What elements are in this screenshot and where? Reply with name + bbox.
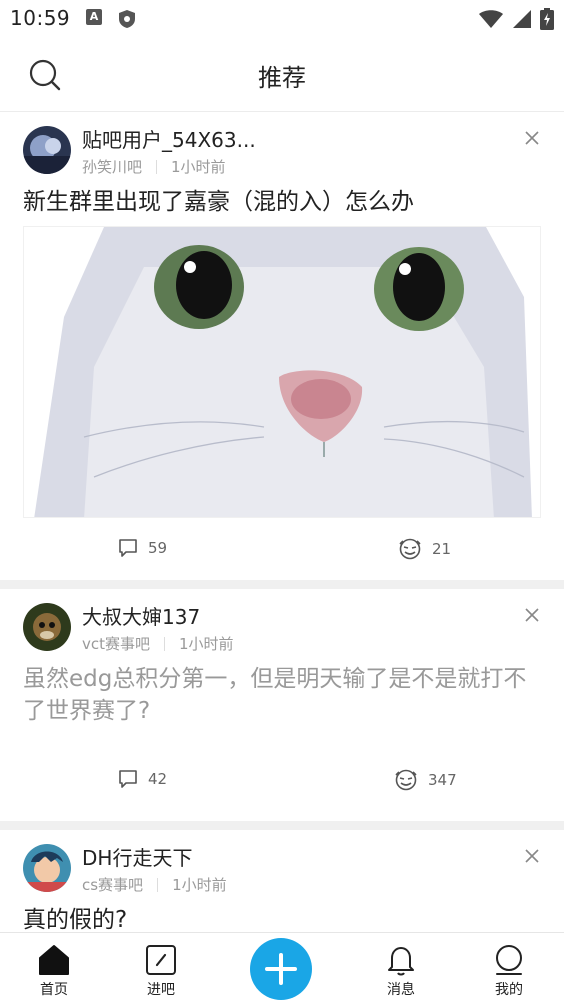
dismiss-button[interactable] bbox=[524, 848, 540, 864]
nav-profile[interactable]: 我的 bbox=[479, 943, 539, 999]
forum-name[interactable]: cs赛事吧 bbox=[82, 874, 143, 895]
profile-icon bbox=[496, 945, 522, 975]
comment-icon bbox=[119, 539, 137, 557]
forum-icon bbox=[146, 945, 176, 975]
close-icon bbox=[525, 608, 539, 622]
post-time: 1小时前 bbox=[171, 158, 226, 176]
nav-messages[interactable]: 消息 bbox=[371, 943, 431, 999]
card-separator bbox=[0, 821, 564, 830]
meta-divider bbox=[156, 159, 158, 174]
top-header: 推荐 bbox=[0, 38, 564, 112]
battery-charging-icon bbox=[540, 8, 554, 34]
post-card[interactable]: DH行走天下 cs赛事吧 1小时前 真的假的? bbox=[0, 830, 564, 932]
wifi-icon bbox=[478, 9, 504, 33]
signal-icon bbox=[512, 9, 532, 33]
like-face-icon bbox=[395, 769, 417, 791]
avatar[interactable] bbox=[23, 603, 71, 651]
post-time: 1小时前 bbox=[179, 635, 234, 653]
bell-icon bbox=[388, 947, 414, 976]
like-face-icon bbox=[399, 538, 421, 560]
post-actions: 42 347 bbox=[0, 727, 564, 821]
close-icon bbox=[525, 131, 539, 145]
post-meta: 孙笑川吧 1小时前 bbox=[82, 156, 226, 177]
author-name[interactable]: 贴吧用户_54X63... bbox=[82, 124, 256, 153]
author-name[interactable]: DH行走天下 bbox=[82, 842, 192, 871]
author-name[interactable]: 大叔大婶137 bbox=[82, 601, 200, 630]
post-meta: vct赛事吧 1小时前 bbox=[82, 633, 234, 654]
like-count: 21 bbox=[432, 540, 452, 558]
like-button[interactable]: 21 bbox=[398, 538, 451, 560]
post-title[interactable]: 真的假的? bbox=[0, 894, 564, 932]
feed-list[interactable]: 贴吧用户_54X63... 孙笑川吧 1小时前 新生群里出现了嘉豪（混的入）怎么… bbox=[0, 112, 564, 932]
meta-divider bbox=[164, 636, 166, 651]
a-notification-icon: A bbox=[86, 9, 102, 25]
status-time: 10:59 bbox=[10, 6, 71, 30]
nav-forums-label: 进吧 bbox=[147, 982, 175, 998]
bottom-navigation: 首页 进吧 消息 我的 bbox=[0, 932, 564, 1004]
page-title: 推荐 bbox=[258, 64, 306, 92]
post-title[interactable]: 虽然edg总积分第一，但是明天输了是不是就打不了世界赛了? bbox=[0, 653, 564, 727]
nav-forums[interactable]: 进吧 bbox=[131, 943, 191, 999]
status-bar: 10:59 A bbox=[0, 0, 564, 38]
nav-home[interactable]: 首页 bbox=[24, 943, 84, 999]
avatar[interactable] bbox=[23, 844, 71, 892]
comment-button[interactable]: 42 bbox=[118, 769, 167, 789]
shield-icon bbox=[118, 9, 136, 33]
like-button[interactable]: 347 bbox=[394, 769, 457, 791]
comment-count: 59 bbox=[148, 539, 168, 557]
like-count: 347 bbox=[428, 771, 457, 789]
post-meta: cs赛事吧 1小时前 bbox=[82, 874, 227, 895]
home-icon bbox=[39, 945, 69, 975]
forum-name[interactable]: vct赛事吧 bbox=[82, 633, 150, 654]
card-separator bbox=[0, 580, 564, 589]
post-title[interactable]: 新生群里出现了嘉豪（混的入）怎么办 bbox=[0, 176, 564, 218]
create-post-button[interactable] bbox=[250, 938, 312, 1000]
post-card[interactable]: 大叔大婶137 vct赛事吧 1小时前 虽然edg总积分第一，但是明天输了是不是… bbox=[0, 589, 564, 821]
post-image[interactable] bbox=[23, 226, 541, 518]
comment-count: 42 bbox=[148, 770, 168, 788]
meta-divider bbox=[157, 877, 159, 892]
post-actions: 59 21 bbox=[0, 518, 564, 580]
nav-home-label: 首页 bbox=[40, 982, 68, 998]
post-time: 1小时前 bbox=[172, 876, 227, 894]
dismiss-button[interactable] bbox=[524, 607, 540, 623]
close-icon bbox=[525, 849, 539, 863]
nav-messages-label: 消息 bbox=[387, 982, 415, 998]
forum-name[interactable]: 孙笑川吧 bbox=[82, 156, 142, 177]
avatar[interactable] bbox=[23, 126, 71, 174]
post-card[interactable]: 贴吧用户_54X63... 孙笑川吧 1小时前 新生群里出现了嘉豪（混的入）怎么… bbox=[0, 112, 564, 580]
dismiss-button[interactable] bbox=[524, 130, 540, 146]
comment-icon bbox=[119, 770, 137, 788]
plus-icon bbox=[265, 953, 297, 985]
nav-profile-label: 我的 bbox=[495, 982, 523, 998]
comment-button[interactable]: 59 bbox=[118, 538, 167, 558]
